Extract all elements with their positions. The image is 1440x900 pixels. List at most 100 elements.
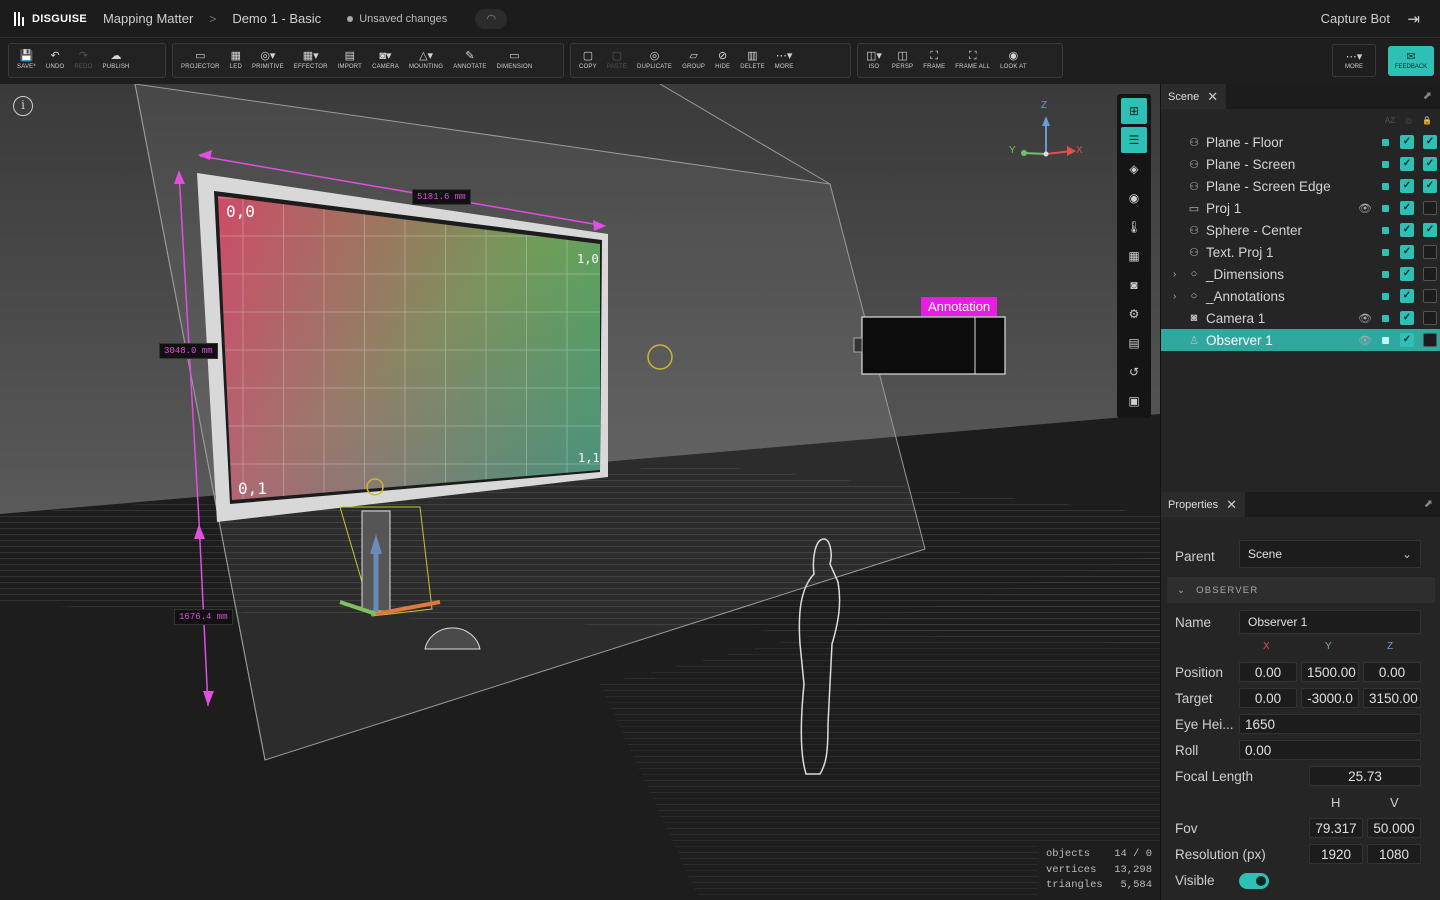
properties-icon[interactable]: ☰: [1121, 127, 1147, 153]
camera-button[interactable]: ◙▾ CAMERA: [367, 44, 404, 77]
annotate-button[interactable]: ✎ ANNOTATE: [448, 44, 491, 77]
layers-icon[interactable]: ◈: [1121, 156, 1147, 182]
popout-icon[interactable]: ⬈: [1424, 497, 1433, 510]
copy-button[interactable]: ▢ COPY: [574, 44, 602, 77]
visible-checkbox[interactable]: ✓: [1400, 201, 1414, 215]
undo-button[interactable]: ↶ UNDO: [41, 44, 69, 77]
look-at-button[interactable]: ◉ LOOK AT: [995, 44, 1032, 77]
tree-item[interactable]: ⚇ Plane - Screen Edge ✓ ✓: [1161, 175, 1440, 197]
close-icon[interactable]: ✕: [1207, 89, 1218, 105]
visible-checkbox[interactable]: ✓: [1400, 311, 1414, 325]
expand-icon[interactable]: ›: [1173, 291, 1176, 302]
tree-item[interactable]: ⚇ Plane - Floor ✓ ✓: [1161, 131, 1440, 153]
visible-toggle[interactable]: [1239, 873, 1269, 889]
eye-icon[interactable]: 👁: [1358, 334, 1372, 347]
persp-button[interactable]: ◫ PERSP: [887, 44, 918, 77]
expand-icon[interactable]: ›: [1173, 269, 1176, 280]
annotation-label[interactable]: Annotation: [921, 297, 998, 316]
effector-button[interactable]: ▦▾ EFFECTOR: [289, 44, 333, 77]
3d-viewport[interactable]: i Z Y X 0,0 1,0 0,1 1,1 5181.6 mm 3048.0…: [0, 84, 1160, 900]
export-icon[interactable]: ▣: [1121, 388, 1147, 414]
info-icon[interactable]: i: [13, 96, 33, 116]
visible-checkbox[interactable]: ✓: [1400, 289, 1414, 303]
tree-item[interactable]: › ○ _Dimensions ✓: [1161, 263, 1440, 285]
visible-checkbox[interactable]: ✓: [1400, 135, 1414, 149]
scene-tree-icon[interactable]: ⊞: [1121, 98, 1147, 124]
fov-h-input[interactable]: 79.317: [1309, 818, 1363, 838]
selectable-checkbox[interactable]: ✓: [1423, 179, 1437, 193]
target-z-input[interactable]: 3150.00: [1363, 688, 1421, 708]
visible-checkbox[interactable]: ✓: [1400, 333, 1414, 347]
position-y-input[interactable]: 1500.00: [1301, 662, 1359, 682]
close-icon[interactable]: ✕: [1226, 497, 1237, 513]
selectable-checkbox[interactable]: ✓: [1423, 223, 1437, 237]
gear-icon[interactable]: ⚙: [1121, 301, 1147, 327]
sort-icon[interactable]: AZ: [1385, 116, 1395, 125]
resolution-height-input[interactable]: 1080: [1367, 844, 1421, 864]
visible-checkbox[interactable]: ✓: [1400, 245, 1414, 259]
duplicate-button[interactable]: ◎ DUPLICATE: [632, 44, 677, 77]
save-button[interactable]: 💾 SAVE*: [12, 44, 41, 77]
selectable-checkbox[interactable]: ✓: [1423, 135, 1437, 149]
selectable-checkbox[interactable]: [1423, 245, 1437, 259]
breadcrumb-document[interactable]: Demo 1 - Basic: [232, 11, 321, 26]
observer-section-header[interactable]: ⌄ OBSERVER: [1167, 577, 1435, 603]
frame-all-button[interactable]: ⛶ FRAME ALL: [950, 44, 995, 77]
tree-item[interactable]: › ○ _Annotations ✓: [1161, 285, 1440, 307]
thermometer-icon[interactable]: 🌡: [1121, 214, 1147, 240]
camera-icon[interactable]: ◙: [1121, 272, 1147, 298]
dimension-button[interactable]: ▭ DIMENSION: [492, 44, 538, 77]
feedback-button[interactable]: ✉ FEEDBACK: [1388, 46, 1434, 76]
redo-button[interactable]: ↷ REDO: [69, 44, 97, 77]
paste-button[interactable]: ▢ PASTE: [602, 44, 632, 77]
iso-button[interactable]: ◫▾ ISO: [861, 44, 887, 77]
parent-select[interactable]: Scene ⌄: [1239, 540, 1421, 568]
frame-button[interactable]: ⛶ FRAME: [918, 44, 950, 77]
resolution-width-input[interactable]: 1920: [1309, 844, 1363, 864]
popout-icon[interactable]: ⬈: [1423, 89, 1432, 102]
projector-button[interactable]: ▭ PROJECTOR: [176, 44, 225, 77]
connection-icon[interactable]: ◠: [475, 8, 508, 29]
tab-properties[interactable]: Properties ✕: [1161, 492, 1246, 517]
visible-checkbox[interactable]: ✓: [1400, 179, 1414, 193]
publish-button[interactable]: ☁ PUBLISH: [98, 44, 135, 77]
tree-item[interactable]: ▭ Proj 1 👁 ✓: [1161, 197, 1440, 219]
selectable-checkbox[interactable]: ✓: [1423, 157, 1437, 171]
delete-button[interactable]: ▥ DELETE: [735, 44, 770, 77]
user-name[interactable]: Capture Bot: [1321, 11, 1390, 26]
selectable-checkbox[interactable]: [1423, 311, 1437, 325]
roll-input[interactable]: 0.00: [1239, 740, 1421, 760]
tree-item[interactable]: ♙ Observer 1 👁 ✓: [1161, 329, 1440, 351]
tree-item[interactable]: ⚇ Sphere - Center ✓ ✓: [1161, 219, 1440, 241]
selectable-checkbox[interactable]: [1423, 267, 1437, 281]
group-button[interactable]: ▱ GROUP: [677, 44, 710, 77]
logout-icon[interactable]: ⇥: [1407, 10, 1420, 28]
mounting-button[interactable]: △▾ MOUNTING: [404, 44, 448, 77]
breadcrumb-project[interactable]: Mapping Matter: [103, 11, 193, 26]
fov-v-input[interactable]: 50.000: [1367, 818, 1421, 838]
more-button[interactable]: ⋯▾ MORE: [1332, 44, 1376, 77]
import-button[interactable]: ▤ IMPORT: [333, 44, 367, 77]
eye-icon[interactable]: 👁: [1358, 312, 1372, 325]
visible-checkbox[interactable]: ✓: [1400, 267, 1414, 281]
visible-checkbox[interactable]: ✓: [1400, 157, 1414, 171]
dimension-lower-label[interactable]: 1676.4 mm: [174, 609, 233, 625]
selectable-checkbox[interactable]: [1423, 333, 1437, 347]
grid-icon[interactable]: ▦: [1121, 243, 1147, 269]
disguise-logo[interactable]: DISGUISE: [14, 11, 87, 26]
history-icon[interactable]: ↺: [1121, 359, 1147, 385]
visible-checkbox[interactable]: ✓: [1400, 223, 1414, 237]
led-button[interactable]: ▦ LED: [225, 44, 247, 77]
dimension-height-label[interactable]: 3048.0 mm: [159, 343, 218, 359]
primitive-button[interactable]: ◎▾ PRIMITIVE: [247, 44, 289, 77]
position-z-input[interactable]: 0.00: [1363, 662, 1421, 682]
projector-calc-icon[interactable]: ◉: [1121, 185, 1147, 211]
hide-button[interactable]: ⊘ HIDE: [710, 44, 735, 77]
name-input[interactable]: Observer 1: [1239, 610, 1421, 634]
eye-icon[interactable]: 👁: [1358, 202, 1372, 215]
eye-height-input[interactable]: 1650: [1239, 714, 1421, 734]
position-x-input[interactable]: 0.00: [1239, 662, 1297, 682]
more-button[interactable]: ⋯▾ MORE: [770, 44, 799, 77]
tree-item[interactable]: ⚇ Text. Proj 1 ✓: [1161, 241, 1440, 263]
selectable-checkbox[interactable]: [1423, 289, 1437, 303]
